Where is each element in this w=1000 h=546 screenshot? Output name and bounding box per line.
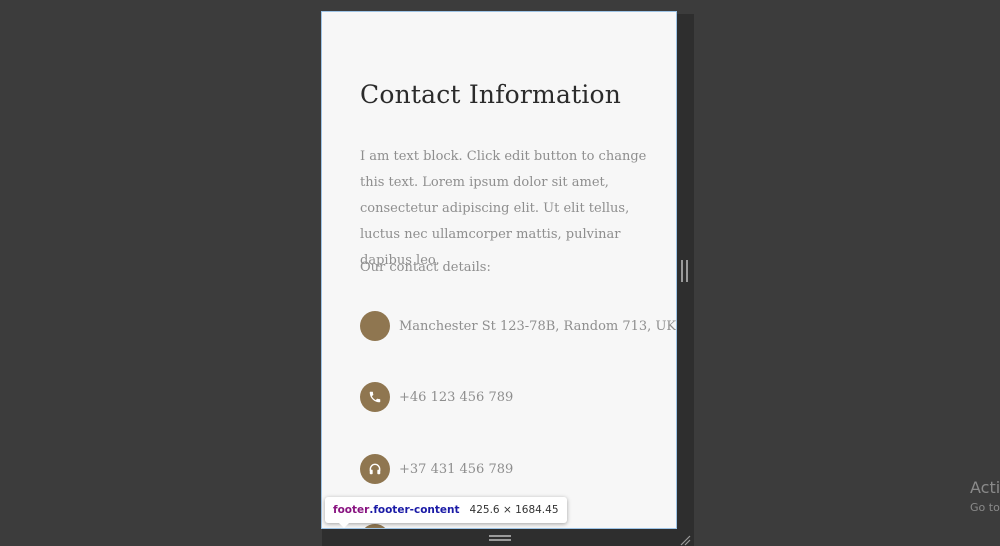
contact-item-email[interactable] <box>360 524 399 528</box>
tooltip-dimensions: 425.6 × 1684.45 <box>469 504 559 516</box>
contact-item-phone[interactable]: +46 123 456 789 <box>360 382 513 412</box>
headphones-icon <box>360 454 390 484</box>
grip-line <box>489 539 511 541</box>
contact-item-label: Manchester St 123-78B, Random 713, UK <box>399 318 677 334</box>
contact-title: Contact Information <box>360 80 622 109</box>
envelope-icon <box>360 524 390 528</box>
contact-item-address: Manchester St 123-78B, Random 713, UK <box>360 311 676 341</box>
grip-line <box>681 260 683 282</box>
devtools-element-tooltip: footer .footer-content 425.6 × 1684.45 <box>325 497 567 523</box>
phone-icon <box>360 382 390 412</box>
responsive-viewport: Contact Information I am text block. Cli… <box>321 11 677 529</box>
contact-item-label: +46 123 456 789 <box>399 389 514 405</box>
contact-item-label: +37 431 456 789 <box>399 461 514 477</box>
contact-description: I am text block. Click edit button to ch… <box>360 149 647 268</box>
tooltip-tag: footer <box>333 504 370 516</box>
watermark-title: Activ <box>970 478 1000 497</box>
resize-handle-bottom[interactable] <box>489 535 511 541</box>
activation-watermark: Activ Go to <box>970 478 1000 514</box>
contact-subtitle: Our contact details: <box>360 260 491 275</box>
tooltip-arrow <box>338 522 350 528</box>
tooltip-class: .footer-content <box>369 504 460 516</box>
grip-line <box>686 260 688 282</box>
screen: Contact Information I am text block. Cli… <box>0 0 1000 546</box>
watermark-subtitle: Go to <box>970 501 1000 514</box>
grip-line <box>489 535 511 537</box>
map-marker-icon <box>360 311 390 341</box>
contact-item-support[interactable]: +37 431 456 789 <box>360 454 513 484</box>
footer-content: Contact Information I am text block. Cli… <box>322 12 676 528</box>
resize-corner-icon[interactable] <box>679 531 691 546</box>
resize-handle-right[interactable] <box>681 260 688 282</box>
